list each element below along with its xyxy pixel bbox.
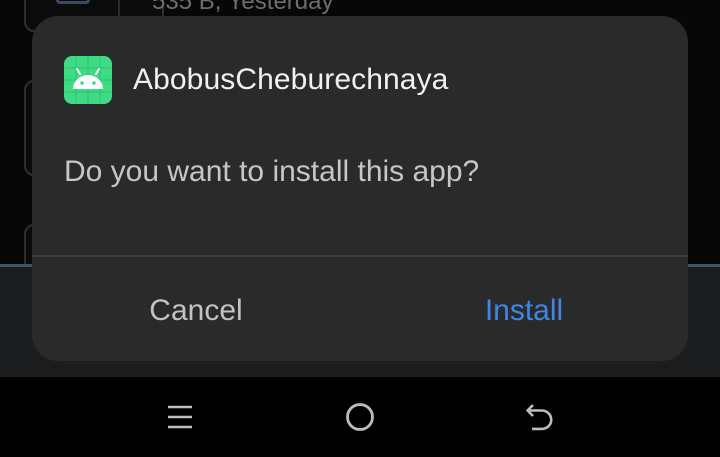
dialog-divider xyxy=(32,255,688,257)
recents-button[interactable] xyxy=(150,395,210,439)
back-button[interactable] xyxy=(510,395,570,439)
install-prompt-message: Do you want to install this app? xyxy=(64,155,480,188)
install-dialog: AbobusCheburechnaya Do you want to insta… xyxy=(32,16,688,361)
install-button[interactable]: Install xyxy=(360,278,688,344)
navigation-bar xyxy=(0,377,720,457)
background-item-details: 535 B, Yesterday xyxy=(152,0,334,15)
recents-icon xyxy=(168,405,192,429)
cancel-button[interactable]: Cancel xyxy=(32,278,360,344)
home-button[interactable] xyxy=(330,395,390,439)
app-name: AbobusCheburechnaya xyxy=(133,63,449,96)
android-robot-icon xyxy=(64,56,112,104)
file-icon xyxy=(56,0,90,4)
home-icon xyxy=(346,403,374,431)
back-icon xyxy=(526,404,553,431)
